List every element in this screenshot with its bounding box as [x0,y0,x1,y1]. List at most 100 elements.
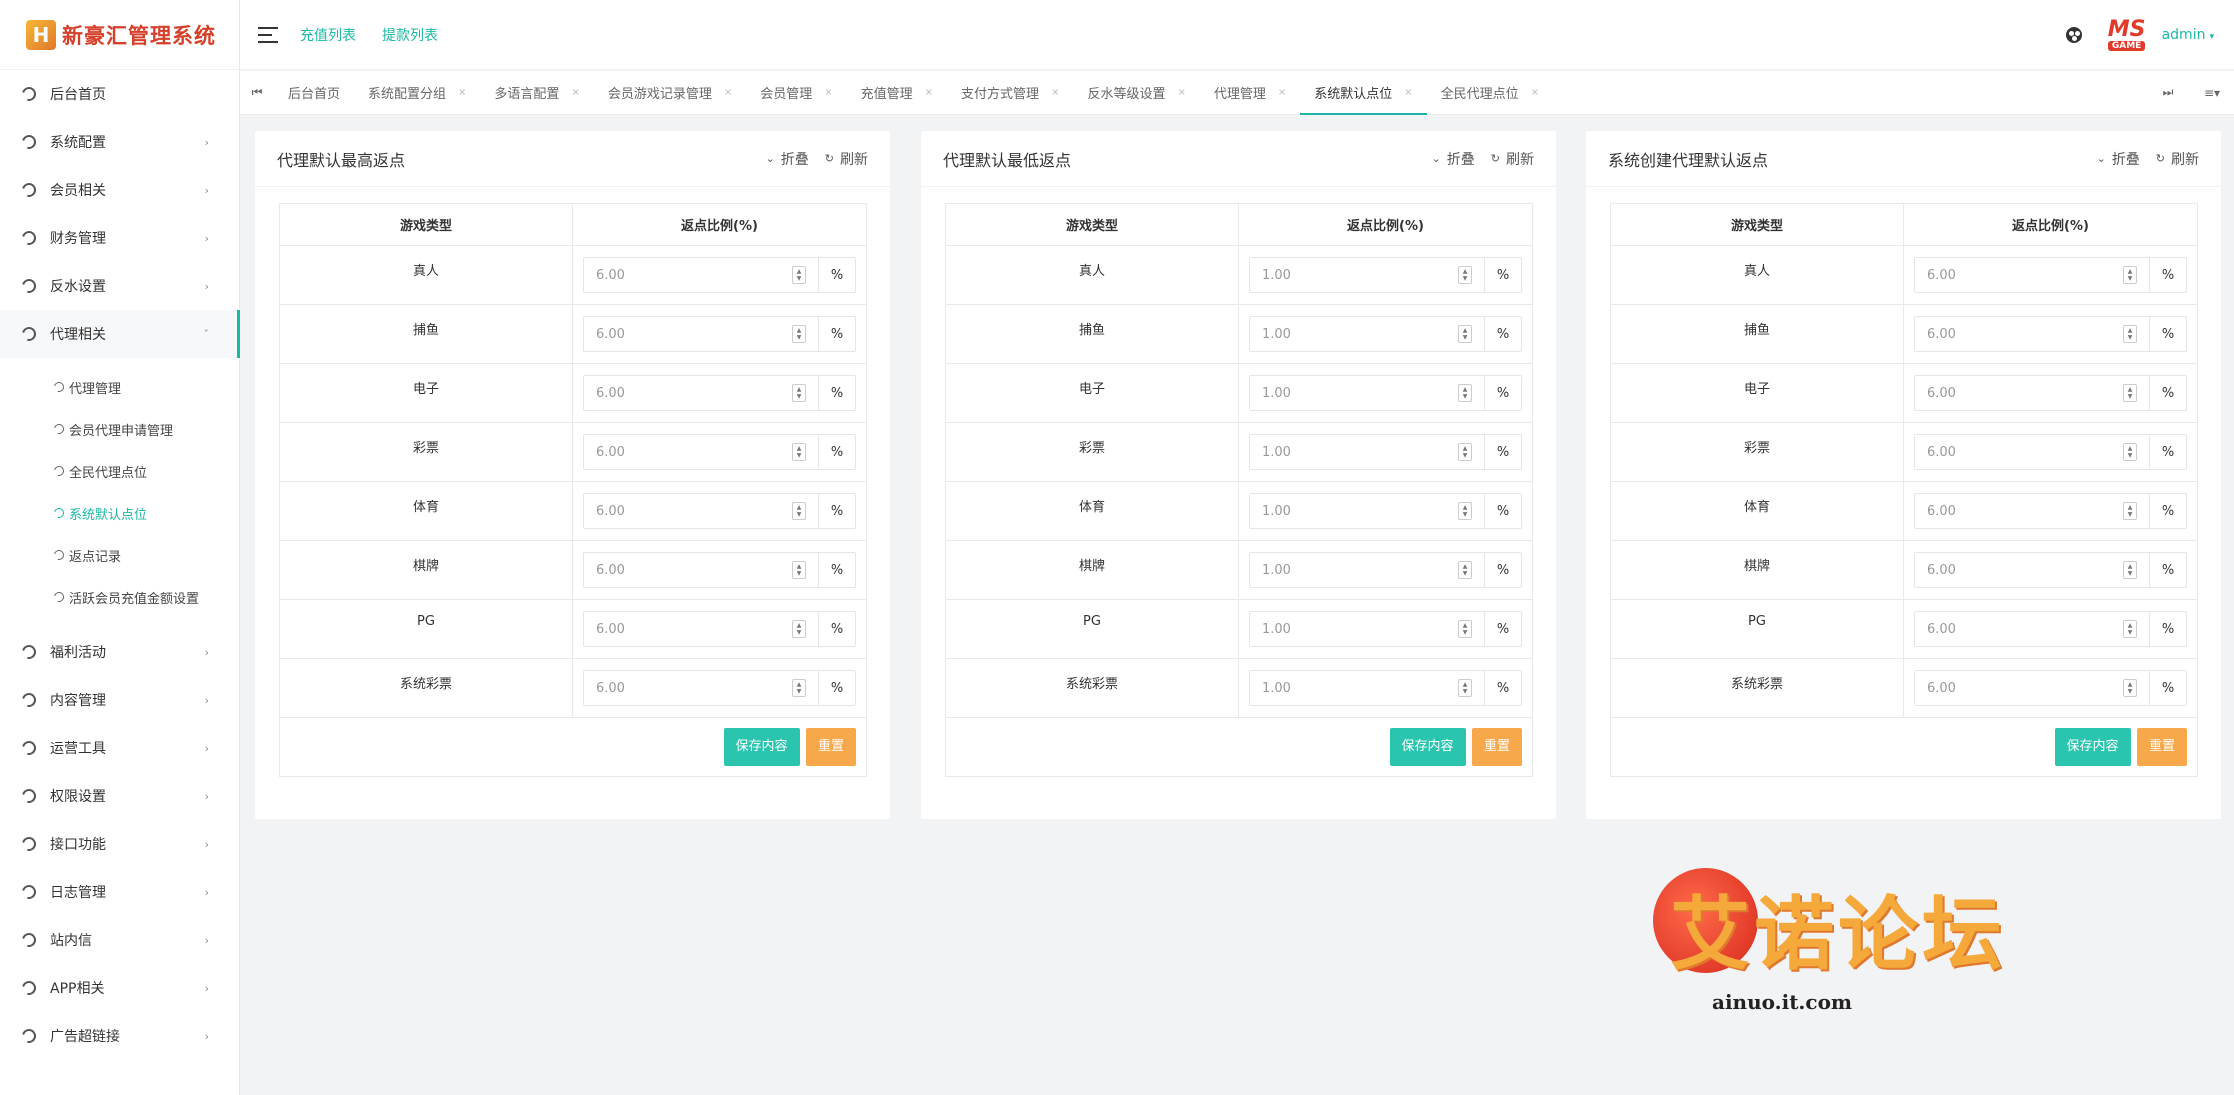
ratio-input[interactable] [584,494,792,528]
ratio-input[interactable] [1250,553,1458,587]
tab-close-icon[interactable]: × [824,87,832,98]
number-stepper-icon[interactable]: ▲ ▼ [1458,502,1472,520]
reset-button[interactable]: 重置 [805,728,856,766]
collapse-button[interactable]: ⌄ 折叠 [1432,149,1475,169]
tab-game-records[interactable]: 会员游戏记录管理 × [594,71,746,114]
withdraw-list-link[interactable]: 提款列表 [382,25,438,45]
sidebar-subitem-all-agent-points[interactable]: 全民代理点位 [0,450,239,492]
ratio-input[interactable] [584,671,792,705]
ratio-input[interactable] [584,258,792,292]
avatar[interactable]: MS GAME [2102,15,2152,55]
sidebar-subitem-rebate-records[interactable]: 返点记录 [0,534,239,576]
sidebar-item-content[interactable]: 内容管理 › [0,676,239,724]
recharge-list-link[interactable]: 充值列表 [300,25,356,45]
number-stepper-icon[interactable]: ▲ ▼ [1458,561,1472,579]
ratio-input[interactable] [1250,258,1458,292]
sidebar-item-ad-links[interactable]: 广告超链接 › [0,1012,239,1060]
ratio-input[interactable] [1915,612,2123,646]
tab-default-points[interactable]: 系统默认点位 × [1300,71,1428,115]
sidebar-item-rebate[interactable]: 反水设置 › [0,262,239,310]
user-menu[interactable]: admin ▾ [2162,27,2214,43]
sidebar-subitem-agent-apply[interactable]: 会员代理申请管理 [0,408,239,450]
number-stepper-icon[interactable]: ▲ ▼ [2123,325,2137,343]
tab-agent-manage[interactable]: 代理管理 × [1200,71,1300,114]
ratio-input[interactable] [584,317,792,351]
ratio-input[interactable] [1915,494,2123,528]
number-stepper-icon[interactable]: ▲ ▼ [1458,620,1472,638]
ratio-input[interactable] [1250,376,1458,410]
palette-icon[interactable] [2065,26,2082,43]
number-stepper-icon[interactable]: ▲ ▼ [792,502,806,520]
tab-close-icon[interactable]: × [925,87,933,98]
sidebar-item-welfare[interactable]: 福利活动 › [0,628,239,676]
tab-i18n[interactable]: 多语言配置 × [480,71,593,114]
number-stepper-icon[interactable]: ▲ ▼ [1458,679,1472,697]
tab-recharge[interactable]: 充值管理 × [847,71,947,114]
number-stepper-icon[interactable]: ▲ ▼ [1458,266,1472,284]
tab-home[interactable]: 后台首页 [274,71,354,114]
number-stepper-icon[interactable]: ▲ ▼ [792,443,806,461]
number-stepper-icon[interactable]: ▲ ▼ [792,620,806,638]
sidebar-subitem-agent-manage[interactable]: 代理管理 [0,366,239,408]
sidebar-item-api[interactable]: 接口功能 › [0,820,239,868]
sidebar-item-members[interactable]: 会员相关 › [0,166,239,214]
ratio-input[interactable] [1250,671,1458,705]
tab-next-icon[interactable]: ⏭ [2146,85,2190,100]
refresh-button[interactable]: ↻ 刷新 [2156,149,2199,169]
tab-all-agent-points[interactable]: 全民代理点位 × [1427,71,1553,114]
sidebar-item-system-config[interactable]: 系统配置 › [0,118,239,166]
reset-button[interactable]: 重置 [1471,728,1522,766]
collapse-button[interactable]: ⌄ 折叠 [2097,149,2140,169]
tab-menu-icon[interactable]: ≡▾ [2190,86,2234,100]
sidebar-item-logs[interactable]: 日志管理 › [0,868,239,916]
sidebar-item-finance[interactable]: 财务管理 › [0,214,239,262]
save-button[interactable]: 保存内容 [1389,728,1466,766]
sidebar-item-messages[interactable]: 站内信 › [0,916,239,964]
sidebar-subitem-active-recharge[interactable]: 活跃会员充值金额设置 [0,576,239,618]
save-button[interactable]: 保存内容 [723,728,800,766]
number-stepper-icon[interactable]: ▲ ▼ [2123,620,2137,638]
number-stepper-icon[interactable]: ▲ ▼ [2123,561,2137,579]
number-stepper-icon[interactable]: ▲ ▼ [792,266,806,284]
number-stepper-icon[interactable]: ▲ ▼ [2123,679,2137,697]
ratio-input[interactable] [1915,258,2123,292]
number-stepper-icon[interactable]: ▲ ▼ [1458,384,1472,402]
ratio-input[interactable] [584,435,792,469]
hamburger-menu-icon[interactable] [258,26,278,43]
sidebar-item-app[interactable]: APP相关 › [0,964,239,1012]
sidebar-item-agent[interactable]: 代理相关 ˇ [0,310,240,358]
refresh-button[interactable]: ↻ 刷新 [1491,149,1534,169]
number-stepper-icon[interactable]: ▲ ▼ [792,384,806,402]
logo[interactable]: H 新豪汇管理系统 [0,0,239,70]
save-button[interactable]: 保存内容 [2054,728,2131,766]
ratio-input[interactable] [1915,671,2123,705]
tab-close-icon[interactable]: × [1404,87,1412,98]
number-stepper-icon[interactable]: ▲ ▼ [2123,502,2137,520]
tab-prev-icon[interactable]: ⏮ [240,85,274,100]
tab-rebate-levels[interactable]: 反水等级设置 × [1073,71,1199,114]
ratio-input[interactable] [1250,317,1458,351]
ratio-input[interactable] [584,376,792,410]
ratio-input[interactable] [1915,553,2123,587]
sidebar-item-home[interactable]: 后台首页 [0,70,239,118]
number-stepper-icon[interactable]: ▲ ▼ [792,679,806,697]
sidebar-item-ops-tools[interactable]: 运营工具 › [0,724,239,772]
ratio-input[interactable] [1915,435,2123,469]
ratio-input[interactable] [584,553,792,587]
tab-close-icon[interactable]: × [1531,87,1539,98]
tab-close-icon[interactable]: × [1051,87,1059,98]
tab-members[interactable]: 会员管理 × [746,71,846,114]
number-stepper-icon[interactable]: ▲ ▼ [1458,443,1472,461]
sidebar-item-permissions[interactable]: 权限设置 › [0,772,239,820]
tab-close-icon[interactable]: × [724,87,732,98]
ratio-input[interactable] [1250,494,1458,528]
number-stepper-icon[interactable]: ▲ ▼ [2123,266,2137,284]
number-stepper-icon[interactable]: ▲ ▼ [792,561,806,579]
tab-config-group[interactable]: 系统配置分组 × [354,71,480,114]
number-stepper-icon[interactable]: ▲ ▼ [2123,443,2137,461]
ratio-input[interactable] [584,612,792,646]
number-stepper-icon[interactable]: ▲ ▼ [2123,384,2137,402]
tab-close-icon[interactable]: × [1177,87,1185,98]
tab-close-icon[interactable]: × [1278,87,1286,98]
ratio-input[interactable] [1915,317,2123,351]
